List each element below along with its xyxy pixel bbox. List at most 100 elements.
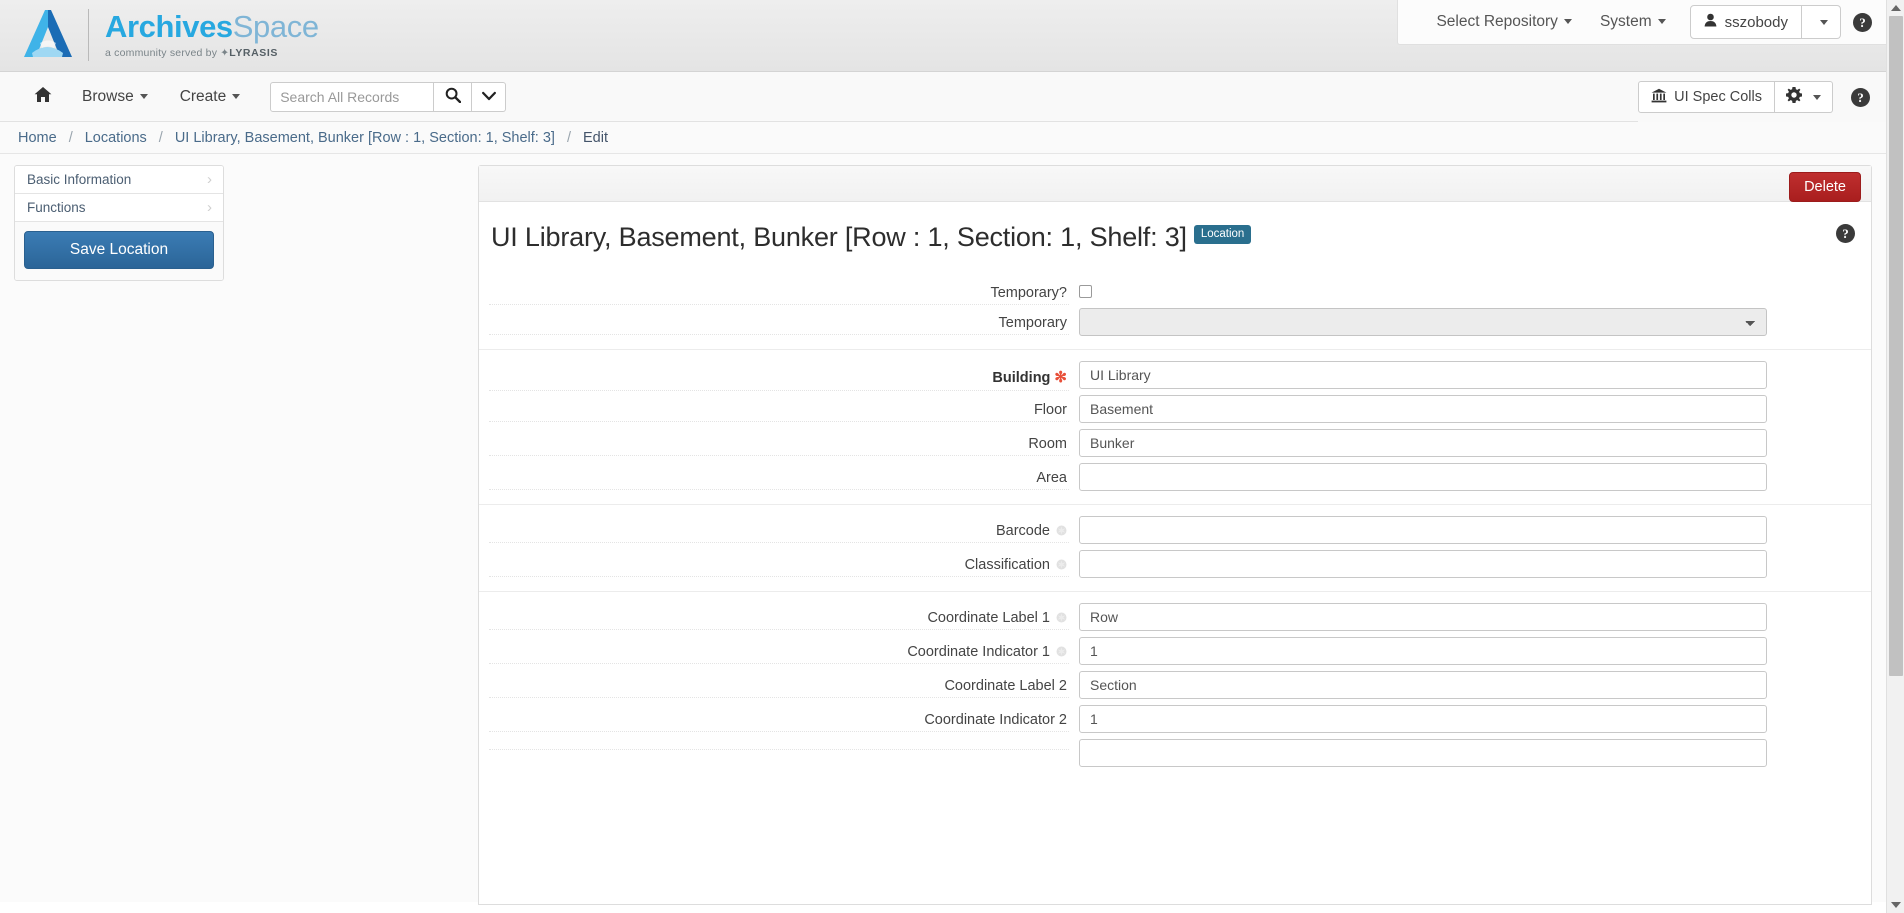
field-wrapper (1079, 278, 1871, 298)
input-room[interactable] (1079, 429, 1767, 457)
label-temporary: Temporary (479, 308, 1079, 335)
input-area[interactable] (1079, 463, 1767, 491)
form-section: Barcode Classification (479, 505, 1871, 591)
search-submit-button[interactable] (434, 81, 473, 112)
field-wrapper (1079, 550, 1871, 578)
current-repository-label: UI Spec Colls (1674, 89, 1762, 105)
caret-down-icon (139, 94, 148, 99)
record-panel: Delete UI Library, Basement, Bunker [Row… (478, 165, 1872, 905)
form-row-temporary: Temporary (479, 305, 1871, 339)
form-row-barcode: Barcode (479, 513, 1871, 547)
breadcrumb-item-locations[interactable]: Locations (83, 130, 149, 146)
brand-tagline-org: LYRASIS (229, 46, 279, 59)
help-circle-icon[interactable]: ? (1851, 87, 1870, 107)
field-help-icon[interactable] (1056, 611, 1067, 623)
select-temporary[interactable] (1079, 308, 1767, 336)
main-navbar: Browse Create Search All Records UI Spec… (0, 72, 1886, 122)
user-icon (1704, 13, 1717, 31)
brand-tagline-prefix: a community served by (105, 46, 221, 59)
form-row-temporary: Temporary? (479, 275, 1871, 305)
label-floor: Floor (479, 395, 1079, 422)
top-utility-bar: ArchivesSpace a community served by ✦LYR… (0, 0, 1886, 72)
sidebar-item-label: Basic Information (27, 172, 132, 187)
help-circle-icon[interactable]: ? (1853, 12, 1872, 32)
browse-menu[interactable]: Browse (66, 72, 164, 121)
search-icon (445, 87, 461, 107)
label-classification: Classification (479, 550, 1079, 577)
record-header: UI Library, Basement, Bunker [Row : 1, S… (479, 202, 1871, 267)
system-menu[interactable]: System (1586, 13, 1680, 31)
form-row-field (479, 736, 1871, 770)
brand-name-space: Space (232, 9, 319, 45)
home-icon (34, 86, 52, 107)
input-building[interactable] (1079, 361, 1767, 389)
page-scrollbar[interactable] (1886, 0, 1904, 913)
repository-settings-button[interactable] (1775, 81, 1833, 113)
brand-tagline: a community served by ✦LYRASIS (105, 47, 319, 59)
form-navigation-sidebar: Basic Information › Functions › Save Loc… (14, 165, 224, 281)
search-options-toggle[interactable] (472, 81, 507, 112)
input-field[interactable] (1079, 739, 1767, 767)
input-classification[interactable] (1079, 550, 1767, 578)
username-label: sszobody (1724, 13, 1788, 31)
breadcrumb-item-edit: Edit (583, 129, 608, 146)
scrollbar-up-button[interactable] (1887, 0, 1904, 16)
input-coordinate-label-1[interactable] (1079, 603, 1767, 631)
help-circle-icon[interactable]: ? (1836, 224, 1855, 243)
field-wrapper (1079, 308, 1871, 336)
page-content: ArchivesSpace a community served by ✦LYR… (0, 0, 1886, 913)
search-input[interactable] (270, 81, 435, 112)
user-button[interactable]: sszobody (1689, 5, 1802, 39)
label-room: Room (479, 429, 1079, 456)
input-coordinate-indicator-2[interactable] (1079, 705, 1767, 733)
field-help-icon[interactable] (1056, 558, 1067, 570)
checkbox-temporary[interactable] (1079, 285, 1092, 298)
triangle-up-icon (1890, 5, 1901, 11)
record-toolbar: Delete (479, 166, 1871, 202)
browse-label: Browse (82, 87, 134, 105)
user-dropdown-toggle[interactable] (1802, 5, 1841, 39)
form-row-area: Area (479, 460, 1871, 494)
field-help-icon[interactable] (1056, 645, 1067, 657)
select-repository-menu[interactable]: Select Repository (1422, 13, 1585, 31)
label-barcode: Barcode (479, 516, 1079, 543)
current-repository-button[interactable]: UI Spec Colls (1638, 81, 1775, 113)
brand-name-archives: Archives (105, 9, 233, 45)
sidebar-footer: Save Location (15, 222, 223, 280)
form-section: Temporary? Temporary (479, 267, 1871, 349)
archivesspace-a-logo-icon (18, 7, 76, 63)
chevron-right-icon: › (207, 199, 212, 216)
create-menu[interactable]: Create (164, 72, 257, 121)
brand-wordmark: ArchivesSpace a community served by ✦LYR… (105, 9, 319, 59)
record-help-button[interactable]: ? (1836, 224, 1855, 243)
field-help-icon[interactable] (1056, 524, 1067, 536)
label-coordinate-label-1: Coordinate Label 1 (479, 603, 1079, 630)
sidebar-item-functions[interactable]: Functions › (15, 194, 223, 222)
label-building: Building ✻ (479, 361, 1079, 391)
breadcrumb-separator: / (158, 129, 163, 146)
system-label: System (1599, 13, 1652, 30)
home-button[interactable] (20, 72, 66, 121)
delete-button[interactable]: Delete (1789, 172, 1861, 202)
caret-down-icon (1657, 19, 1666, 25)
caret-down-icon (1813, 94, 1821, 100)
navbar-right-group: UI Spec Colls ? (1638, 72, 1886, 122)
scrollbar-down-button[interactable] (1887, 897, 1904, 913)
sidebar-item-basic-information[interactable]: Basic Information › (15, 166, 223, 194)
field-wrapper (1079, 637, 1871, 665)
save-location-button[interactable]: Save Location (24, 231, 214, 269)
brand-divider (88, 9, 89, 61)
brand-logo-area[interactable]: ArchivesSpace a community served by ✦LYR… (18, 6, 319, 64)
input-barcode[interactable] (1079, 516, 1767, 544)
input-coordinate-label-2[interactable] (1079, 671, 1767, 699)
field-wrapper (1079, 361, 1871, 389)
required-asterisk-icon: ✻ (1054, 370, 1067, 386)
input-coordinate-indicator-1[interactable] (1079, 637, 1767, 665)
label-field (479, 739, 1079, 750)
input-floor[interactable] (1079, 395, 1767, 423)
breadcrumb-item-home[interactable]: Home (16, 130, 59, 146)
caret-down-icon (1820, 19, 1828, 25)
form-section: Building✻ Floor Room Area (479, 350, 1871, 504)
scrollbar-thumb[interactable] (1889, 16, 1903, 676)
breadcrumb-item-location[interactable]: UI Library, Basement, Bunker [Row : 1, S… (173, 130, 557, 146)
